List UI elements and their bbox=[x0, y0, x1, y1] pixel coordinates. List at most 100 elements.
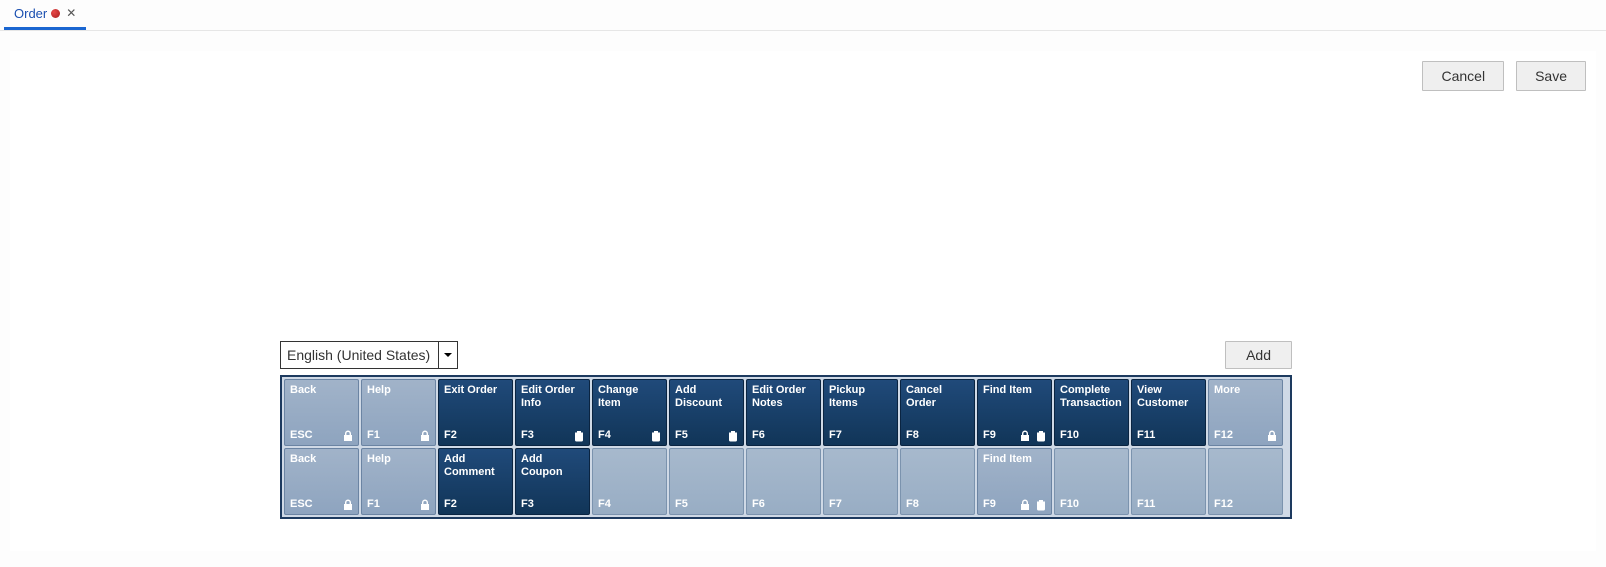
key-shortcut: F1 bbox=[367, 498, 380, 510]
lock-icon bbox=[342, 430, 354, 442]
key-label: Help bbox=[367, 453, 430, 466]
key-row: Back ESC Help F1 Add Comment F2 Add CouponF3 F4… bbox=[284, 448, 1288, 515]
key-shortcut: F3 bbox=[521, 429, 534, 441]
top-action-buttons: Cancel Save bbox=[1422, 61, 1586, 91]
key-label: Back bbox=[290, 384, 353, 397]
key-shortcut: F11 bbox=[1137, 498, 1155, 510]
function-key-empty-f5: F5 bbox=[669, 448, 744, 515]
key-icons bbox=[419, 499, 431, 511]
key-shortcut: F6 bbox=[752, 429, 765, 441]
key-shortcut: ESC bbox=[290, 429, 313, 441]
work-area: Cancel Save English (United States) Add … bbox=[10, 51, 1596, 551]
function-key-empty-f7: F7 bbox=[823, 448, 898, 515]
key-icons bbox=[650, 430, 662, 442]
key-label: Complete Transaction bbox=[1060, 384, 1123, 410]
key-shortcut: F6 bbox=[752, 498, 765, 510]
function-key-f7[interactable]: Pickup ItemsF7 bbox=[823, 379, 898, 446]
trash-icon[interactable] bbox=[573, 430, 585, 442]
key-shortcut: F12 bbox=[1214, 429, 1233, 441]
key-label: Exit Order bbox=[444, 384, 507, 397]
function-key-grid: Back ESC Help F1 Exit Order F2 Edit Order Info… bbox=[280, 375, 1292, 519]
function-key-f11[interactable]: View Customer F11 bbox=[1131, 379, 1206, 446]
function-key-empty-f6: F6 bbox=[746, 448, 821, 515]
key-shortcut: F4 bbox=[598, 429, 611, 441]
key-shortcut: F4 bbox=[598, 498, 611, 510]
function-key-f3[interactable]: Edit Order Info F3 bbox=[515, 379, 590, 446]
trash-icon[interactable] bbox=[1035, 430, 1047, 442]
function-key-empty-f12: F12 bbox=[1208, 448, 1283, 515]
key-icons bbox=[419, 430, 431, 442]
language-selected-text: English (United States) bbox=[281, 342, 438, 368]
key-icons bbox=[342, 430, 354, 442]
key-shortcut: F10 bbox=[1060, 429, 1079, 441]
key-row: Back ESC Help F1 Exit Order F2 Edit Order Info… bbox=[284, 379, 1288, 446]
tab-close-icon[interactable]: ✕ bbox=[66, 6, 76, 20]
key-icons bbox=[1019, 499, 1047, 511]
key-label: Add Comment bbox=[444, 453, 507, 479]
key-label: View Customer bbox=[1137, 384, 1200, 410]
add-button[interactable]: Add bbox=[1225, 341, 1292, 369]
tab-label: Order bbox=[14, 6, 47, 21]
function-key-esc[interactable]: Back ESC bbox=[284, 379, 359, 446]
function-key-f8[interactable]: Cancel Order F8 bbox=[900, 379, 975, 446]
key-shortcut: F3 bbox=[521, 498, 534, 510]
key-shortcut: F10 bbox=[1060, 498, 1079, 510]
key-shortcut: F7 bbox=[829, 498, 842, 510]
save-button[interactable]: Save bbox=[1516, 61, 1586, 91]
function-key-f3[interactable]: Add CouponF3 bbox=[515, 448, 590, 515]
function-key-f12[interactable]: More F12 bbox=[1208, 379, 1283, 446]
key-shortcut: F7 bbox=[829, 429, 842, 441]
key-icons bbox=[727, 430, 739, 442]
key-shortcut: F11 bbox=[1137, 429, 1155, 441]
key-label: Edit Order Info bbox=[521, 384, 584, 410]
lock-icon bbox=[342, 499, 354, 511]
key-label: Add Discount bbox=[675, 384, 738, 410]
function-key-f1[interactable]: Help F1 bbox=[361, 448, 436, 515]
key-shortcut: F2 bbox=[444, 498, 457, 510]
lock-icon bbox=[419, 430, 431, 442]
key-shortcut: ESC bbox=[290, 498, 313, 510]
function-key-empty-f10: F10 bbox=[1054, 448, 1129, 515]
trash-icon[interactable] bbox=[727, 430, 739, 442]
function-key-f1[interactable]: Help F1 bbox=[361, 379, 436, 446]
function-key-empty-f8: F8 bbox=[900, 448, 975, 515]
function-key-esc[interactable]: Back ESC bbox=[284, 448, 359, 515]
key-shortcut: F8 bbox=[906, 498, 919, 510]
lock-icon bbox=[1266, 430, 1278, 442]
key-shortcut: F8 bbox=[906, 429, 919, 441]
key-label: Back bbox=[290, 453, 353, 466]
key-icons bbox=[1266, 430, 1278, 442]
key-label: Change Item bbox=[598, 384, 661, 410]
trash-icon[interactable] bbox=[650, 430, 662, 442]
key-shortcut: F12 bbox=[1214, 498, 1233, 510]
lock-icon bbox=[419, 499, 431, 511]
chevron-down-icon bbox=[438, 342, 457, 368]
function-key-empty-f11: F11 bbox=[1131, 448, 1206, 515]
lock-icon bbox=[1019, 499, 1031, 511]
function-key-f9[interactable]: Find Item F9 bbox=[977, 448, 1052, 515]
key-label: More bbox=[1214, 384, 1277, 397]
trash-icon[interactable] bbox=[1035, 499, 1047, 511]
key-shortcut: F1 bbox=[367, 429, 380, 441]
function-key-f2[interactable]: Add Comment F2 bbox=[438, 448, 513, 515]
key-shortcut: F9 bbox=[983, 498, 996, 510]
language-select[interactable]: English (United States) bbox=[280, 341, 458, 369]
key-label: Find Item bbox=[983, 453, 1046, 466]
key-shortcut: F5 bbox=[675, 429, 688, 441]
key-shortcut: F2 bbox=[444, 429, 457, 441]
function-key-f6[interactable]: Edit Order NotesF6 bbox=[746, 379, 821, 446]
dirty-indicator-icon bbox=[51, 9, 60, 18]
tab-order[interactable]: Order ✕ bbox=[4, 0, 86, 30]
function-key-f4[interactable]: Change Item F4 bbox=[592, 379, 667, 446]
key-icons bbox=[1019, 430, 1047, 442]
function-key-f5[interactable]: Add Discount F5 bbox=[669, 379, 744, 446]
function-key-f10[interactable]: Complete Transaction F10 bbox=[1054, 379, 1129, 446]
key-shortcut: F9 bbox=[983, 429, 996, 441]
key-label: Help bbox=[367, 384, 430, 397]
cancel-button[interactable]: Cancel bbox=[1422, 61, 1504, 91]
function-key-f9[interactable]: Find ItemF9 bbox=[977, 379, 1052, 446]
key-label: Cancel Order bbox=[906, 384, 969, 410]
function-key-editor: English (United States) Add Back ESC Help F… bbox=[280, 341, 1292, 519]
key-icons bbox=[342, 499, 354, 511]
function-key-f2[interactable]: Exit Order F2 bbox=[438, 379, 513, 446]
